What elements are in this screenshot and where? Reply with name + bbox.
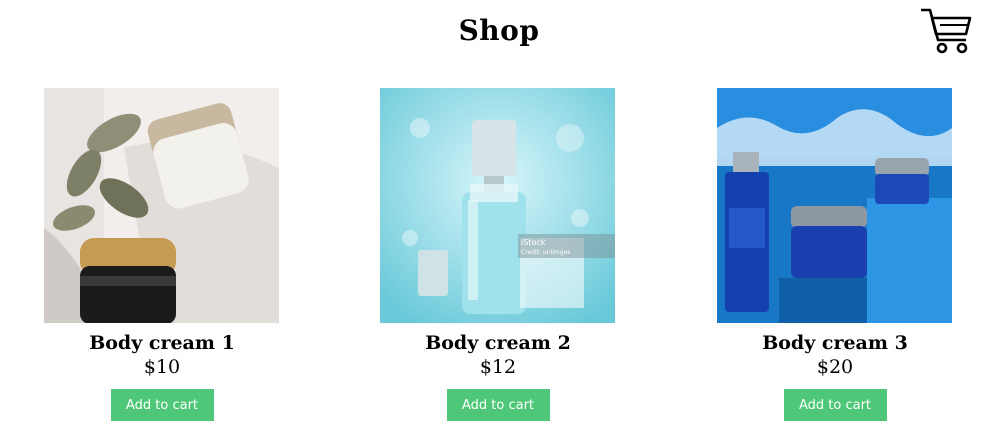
page-title: Shop <box>458 14 540 47</box>
product-card: Body cream 1 $10 Add to cart <box>44 88 280 421</box>
product-price: $12 <box>479 356 517 378</box>
cream-jars-photo[interactable] <box>44 88 279 323</box>
product-name: Body cream 2 <box>425 332 571 354</box>
product-card: Body cream 3 $20 Add to cart <box>717 88 953 421</box>
add-to-cart-button[interactable]: Add to cart <box>110 389 214 421</box>
watermark-text: iStock <box>521 238 546 247</box>
product-name: Body cream 3 <box>762 332 908 354</box>
product-price: $10 <box>143 356 181 378</box>
serum-bottle-photo[interactable]: iStock Credit: unlimges <box>380 88 615 323</box>
shopping-cart-icon[interactable] <box>918 6 974 56</box>
header: Shop <box>0 0 998 80</box>
add-to-cart-button[interactable]: Add to cart <box>783 389 887 421</box>
product-card: iStock Credit: unlimges Body cream 2 $12… <box>380 88 616 421</box>
product-name: Body cream 1 <box>89 332 235 354</box>
add-to-cart-button[interactable]: Add to cart <box>446 389 550 421</box>
watermark-credit-text: Credit: unlimges <box>521 249 570 256</box>
product-price: $20 <box>816 356 854 378</box>
skincare-set-photo[interactable] <box>717 88 952 323</box>
